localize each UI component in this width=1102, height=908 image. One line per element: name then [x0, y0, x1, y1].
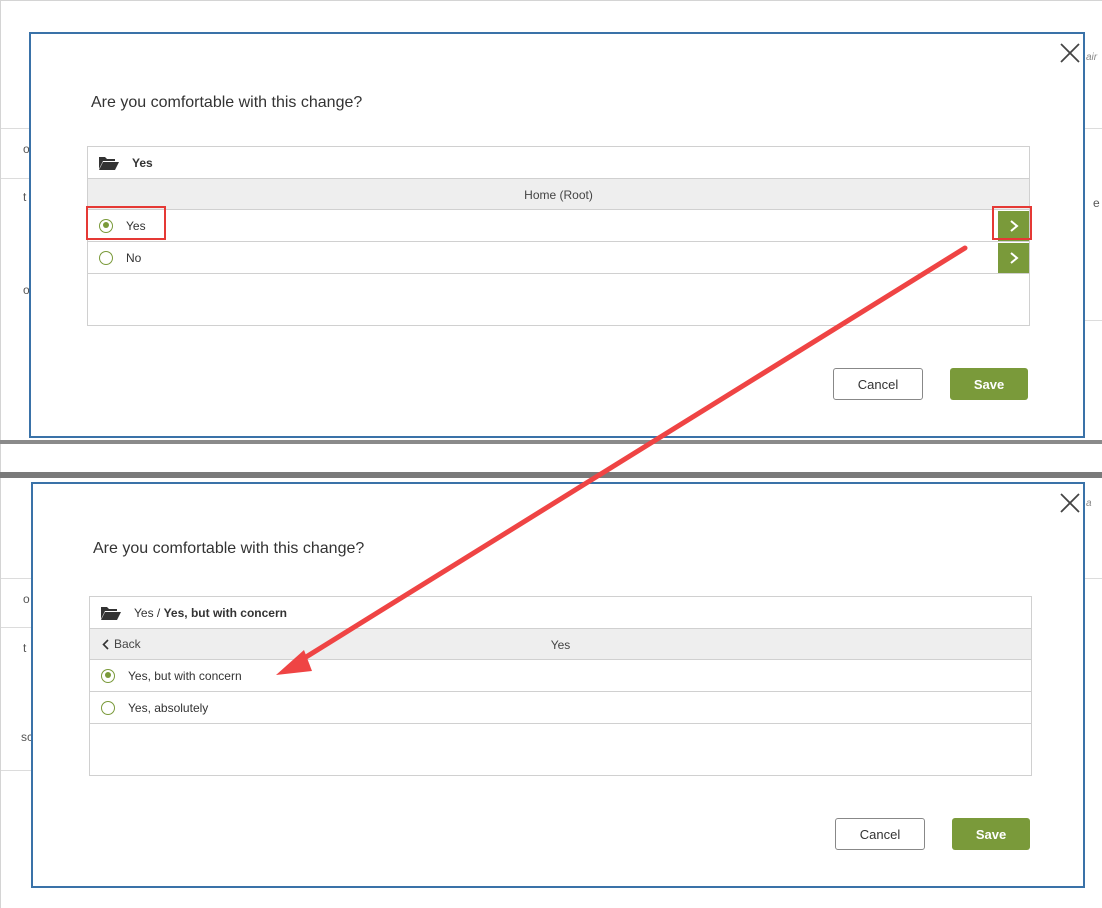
background-divider: [1085, 320, 1102, 321]
folder-open-icon: [98, 155, 120, 171]
background-divider: [1085, 128, 1102, 129]
radio-yes-absolutely[interactable]: [101, 700, 115, 715]
chevron-right-icon: [1009, 220, 1019, 232]
option-no[interactable]: No: [88, 242, 1029, 274]
path-current: Yes, but with concern: [163, 605, 287, 620]
chevron-right-icon: [1009, 252, 1019, 264]
back-label: Back: [114, 637, 141, 651]
background-text-fragment: air: [1086, 52, 1098, 63]
background-text-fragment: t: [23, 641, 27, 655]
next-button-yes[interactable]: [998, 211, 1029, 241]
background-text-fragment: e: [1093, 196, 1100, 210]
close-button[interactable]: [1059, 42, 1081, 64]
background-text-fragment: o: [23, 592, 30, 606]
path-breadcrumb: Yes / Yes, but with concern: [90, 597, 1031, 629]
background-divider: [1, 770, 31, 771]
header-label: Home (Root): [524, 188, 593, 202]
option-label: No: [126, 250, 142, 265]
screenshot-separator: [0, 440, 1102, 444]
selection-panel: Yes Home (Root) Yes No: [87, 146, 1030, 326]
save-button[interactable]: Save: [950, 368, 1028, 400]
radio-yes[interactable]: [99, 218, 113, 233]
close-icon: [1060, 43, 1080, 63]
path-parent[interactable]: Yes: [134, 606, 154, 620]
background-text-fragment: t: [23, 190, 27, 204]
folder-open-icon: [100, 605, 122, 621]
page-left-border: [0, 0, 1, 908]
option-yes-absolutely[interactable]: Yes, absolutely: [90, 692, 1031, 724]
page-top-border: [0, 0, 1102, 1]
option-label: Yes, absolutely: [128, 700, 209, 715]
next-button-no[interactable]: [998, 243, 1029, 273]
close-icon: [1060, 493, 1080, 513]
option-label: Yes: [126, 218, 146, 233]
radio-no[interactable]: [99, 250, 113, 265]
background-divider: [1, 128, 31, 129]
background-divider: [1, 578, 31, 579]
option-yes[interactable]: Yes: [88, 210, 1029, 242]
background-divider: [1085, 578, 1102, 579]
path-separator: /: [153, 605, 164, 620]
save-button[interactable]: Save: [952, 818, 1030, 850]
dialog-question: Are you comfortable with this change?: [93, 540, 365, 557]
background-divider: [1, 627, 31, 628]
option-label: Yes, but with concern: [128, 668, 242, 683]
background-divider: [1, 178, 31, 179]
cancel-button[interactable]: Cancel: [835, 818, 925, 850]
cancel-button[interactable]: Cancel: [833, 368, 923, 400]
back-link[interactable]: Back: [102, 637, 141, 651]
top-dialog: Are you comfortable with this change? Ye…: [29, 32, 1085, 438]
radio-yes-but-with-concern[interactable]: [101, 668, 115, 683]
selection-panel: Yes / Yes, but with concern Yes Back Yes…: [89, 596, 1032, 776]
background-text-fragment: a: [1086, 498, 1092, 509]
dialog-question: Are you comfortable with this change?: [91, 94, 363, 111]
bottom-dialog: Are you comfortable with this change? Ye…: [31, 482, 1085, 888]
close-button[interactable]: [1059, 492, 1081, 514]
header-label: Yes: [550, 638, 571, 652]
path-breadcrumb: Yes: [88, 147, 1029, 179]
panel-header: Home (Root): [88, 179, 1029, 210]
screenshot-separator: [0, 472, 1102, 478]
panel-header: Yes Back: [90, 629, 1031, 660]
option-yes-but-with-concern[interactable]: Yes, but with concern: [90, 660, 1031, 692]
path-current: Yes: [132, 155, 153, 170]
chevron-left-icon: [102, 638, 109, 650]
